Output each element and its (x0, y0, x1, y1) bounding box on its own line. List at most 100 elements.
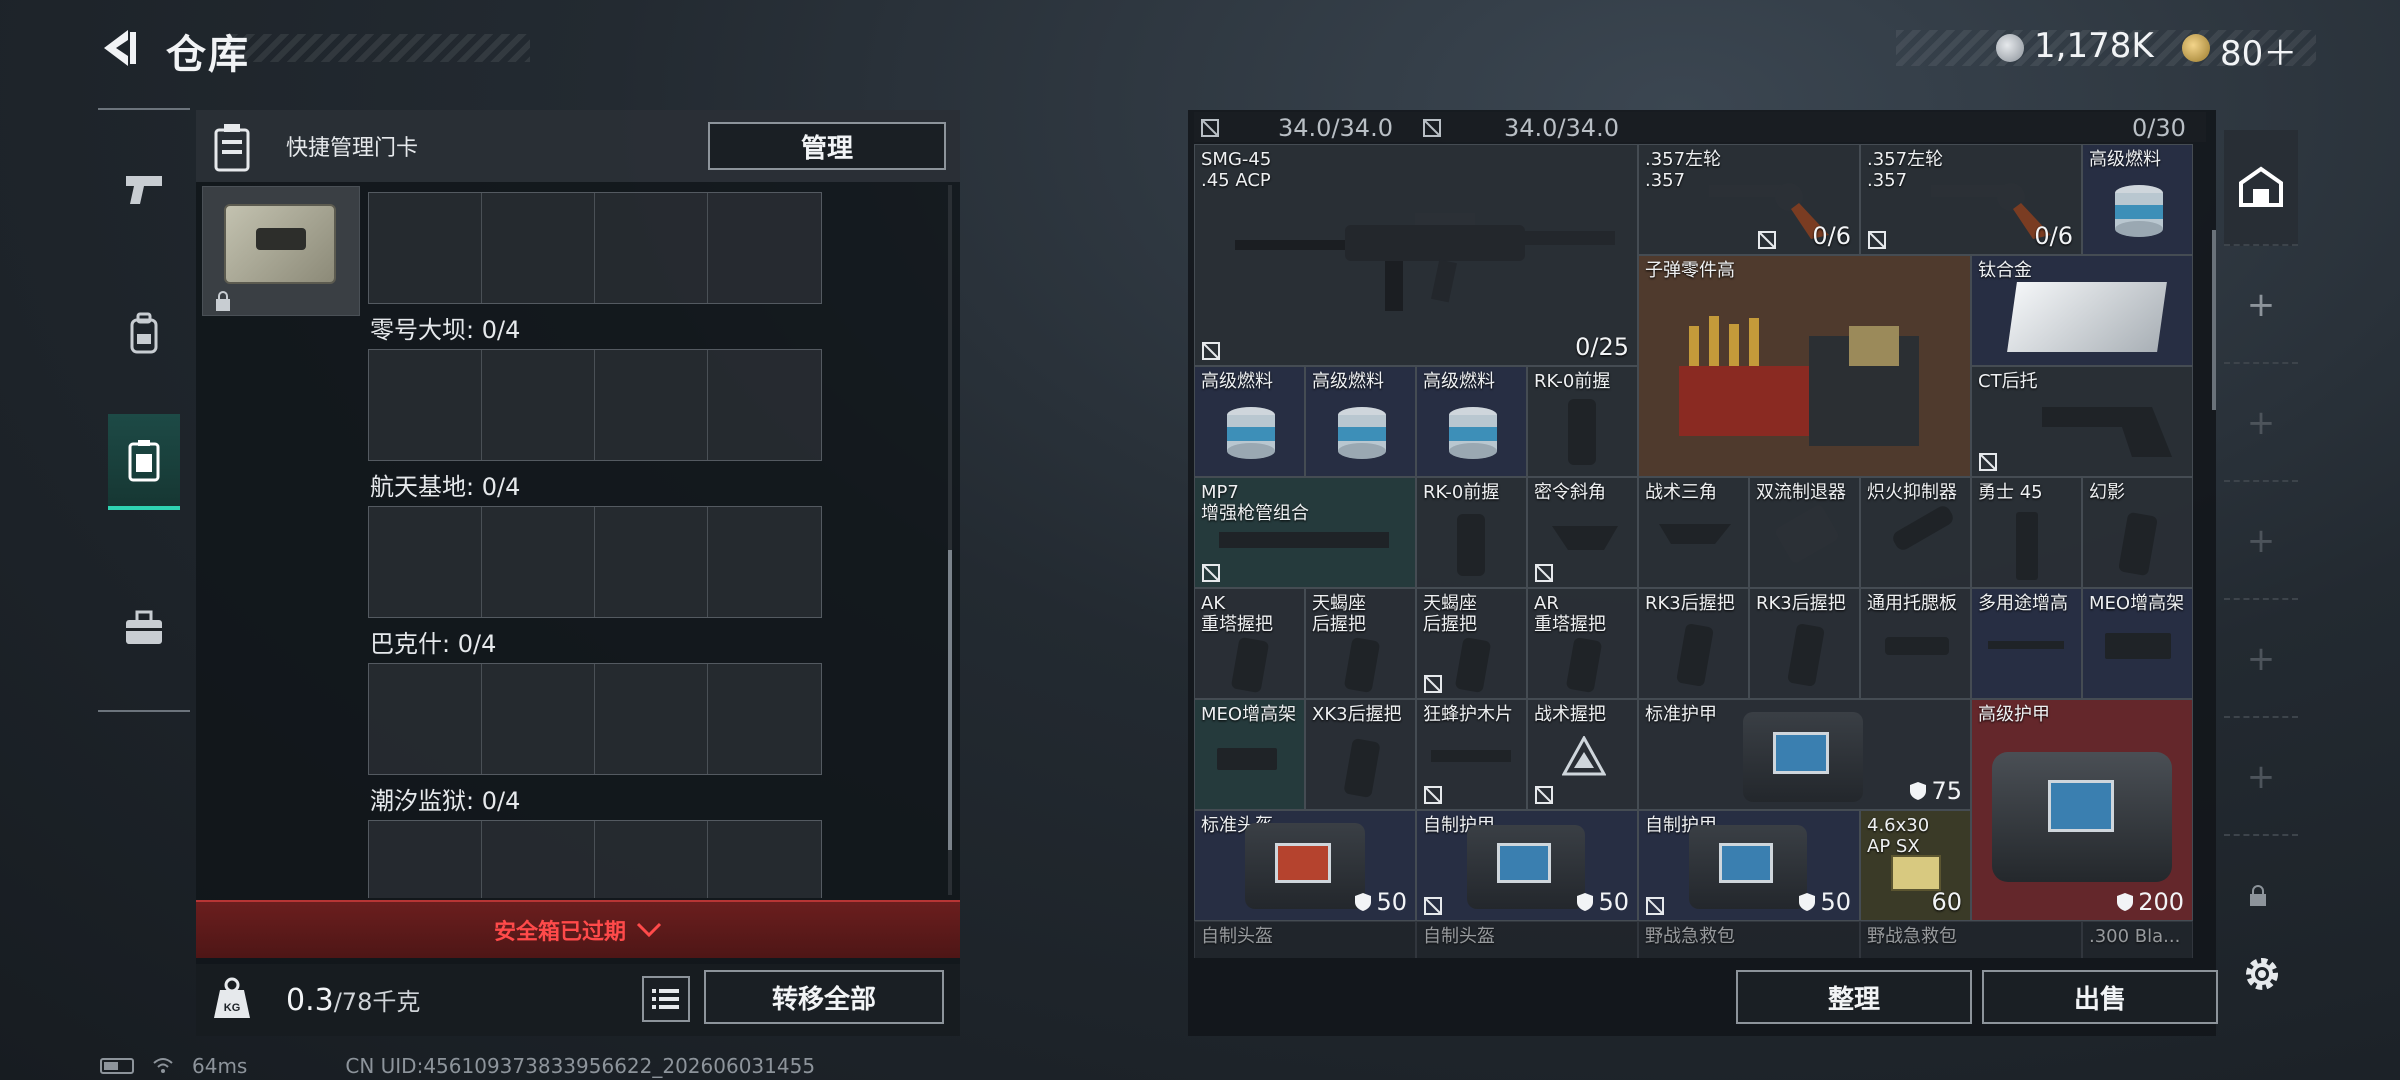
item-smg-45[interactable]: SMG-45 .45 ACP 0/25 (1194, 144, 1638, 366)
item-pistol-grip[interactable]: 天蝎座 后握把 (1416, 588, 1527, 699)
fuel-can-icon (1227, 407, 1275, 459)
weight-icon: KG (210, 976, 254, 1022)
riser-icon (1988, 641, 2064, 649)
item-pistol-grip[interactable]: RK3后握把 (1749, 588, 1860, 699)
lock-icon (214, 290, 232, 316)
rail-toolbox-tab[interactable] (108, 580, 180, 676)
back-button[interactable] (98, 26, 142, 70)
grip-icon (1787, 623, 1825, 687)
chevron-down-icon (636, 922, 662, 938)
item-ammo-box[interactable]: 4.6x30 AP SX 60 (1860, 810, 1971, 921)
item-bullet-parts[interactable]: 子弹零件高 (1638, 255, 1971, 477)
rail-stash-tab[interactable] (2224, 130, 2298, 246)
durability-badge: 75 (1909, 777, 1962, 805)
not-tradable-icon (1423, 119, 1441, 137)
item-homemade-helmet[interactable]: 自制头盔 (1416, 921, 1638, 958)
item-riser[interactable]: MEO增高架 (1194, 699, 1305, 810)
item-pistol-grip[interactable]: 幻影 (2082, 477, 2193, 588)
premium-currency-balance[interactable]: 80＋ (2220, 26, 2297, 75)
item-standard-armor[interactable]: 标准护甲 75 (1638, 699, 1971, 810)
item-suppressor[interactable]: 炽火抑制器 (1860, 477, 1971, 588)
item-pistol-grip[interactable]: 天蝎座 后握把 (1305, 588, 1416, 699)
item-handguard-panel[interactable]: 狂蜂护木片 (1416, 699, 1527, 810)
item-foregrip[interactable]: RK-0前握 (1527, 366, 1638, 477)
item-advanced-fuel[interactable]: 高级燃料 (1305, 366, 1416, 477)
item-revolver[interactable]: .357左轮 .357 0/6 (1860, 144, 2082, 255)
add-container-button[interactable]: + (2224, 602, 2298, 718)
rail-backpack-tab[interactable] (108, 286, 180, 382)
triangle-logo-icon (1562, 736, 1606, 776)
sell-button[interactable]: 出售 (1982, 970, 2218, 1024)
item-tactical-grip[interactable]: 战术握把 (1527, 699, 1638, 810)
item-pistol-grip[interactable]: AK 重塔握把 (1194, 588, 1305, 699)
plus-icon: + (2246, 285, 2276, 325)
item-advanced-fuel[interactable]: 高级燃料 (1194, 366, 1305, 477)
scrollbar-thumb[interactable] (948, 550, 952, 850)
rail-weapons-tab[interactable] (108, 140, 180, 236)
item-homemade-armor[interactable]: 自制护甲 50 (1416, 810, 1638, 921)
item-advanced-fuel[interactable]: 高级燃料 (2082, 144, 2193, 255)
item-standard-helmet[interactable]: 标准头盔 50 (1194, 810, 1416, 921)
coin-balance: 1,178K (2034, 26, 2154, 66)
item-advanced-fuel[interactable]: 高级燃料 (1416, 366, 1527, 477)
item-homemade-armor[interactable]: 自制护甲 50 (1638, 810, 1860, 921)
transfer-all-button[interactable]: 转移全部 (704, 970, 944, 1024)
list-view-button[interactable] (642, 976, 690, 1022)
manage-button[interactable]: 管理 (708, 122, 946, 170)
item-magazine[interactable]: 勇士 45 (1971, 477, 2082, 588)
item-field-medkit[interactable]: 野战急救包 (1638, 921, 1860, 958)
grip-icon (1230, 636, 1270, 694)
suppressor-icon (1890, 503, 1956, 553)
settings-gear-icon[interactable] (2238, 950, 2286, 998)
grip-icon (1343, 636, 1381, 694)
rail-safebox-tab[interactable] (108, 414, 180, 510)
not-tradable-icon (1867, 230, 1887, 250)
item-advanced-armor[interactable]: 高级护甲 200 (1971, 699, 2193, 921)
item-riser[interactable]: 多用途增高 (1971, 588, 2082, 699)
item-field-medkit[interactable]: 野战急救包 (1860, 921, 2082, 958)
weight-max: /78千克 (333, 988, 421, 1016)
item-ammo[interactable]: .300 Bla... (2082, 921, 2193, 958)
item-tactical-triangle[interactable]: 战术三角 (1638, 477, 1749, 588)
battery-icon (100, 1058, 134, 1074)
organize-button[interactable]: 整理 (1736, 970, 1972, 1024)
item-barrel-kit[interactable]: MP7 增强枪管组合 (1194, 477, 1416, 588)
item-pistol-grip[interactable]: RK3后握把 (1638, 588, 1749, 699)
keycard-item[interactable] (224, 204, 336, 284)
item-titanium-alloy[interactable]: 钛合金 (1971, 255, 2193, 366)
map-label: 巴克什: 0/4 (370, 630, 497, 658)
item-pistol-grip[interactable]: AR 重塔握把 (1527, 588, 1638, 699)
keycard-slot-row[interactable] (368, 820, 822, 898)
item-muzzle-brake[interactable]: 双流制退器 (1749, 477, 1860, 588)
item-angled-grip[interactable]: 密令斜角 (1527, 477, 1638, 588)
not-tradable-icon (1534, 785, 1554, 805)
uid-text: CN UID:456109373833956622_202606031455 (345, 1054, 816, 1078)
stash-scrollbar[interactable] (2212, 230, 2216, 410)
add-container-button[interactable]: + (2224, 484, 2298, 600)
ammo-box-icon (1891, 855, 1941, 891)
item-riser[interactable]: MEO增高架 (2082, 588, 2193, 699)
expired-banner[interactable]: 安全箱已过期 (196, 900, 960, 958)
item-revolver[interactable]: .357左轮 .357 0/6 (1638, 144, 1860, 255)
shield-icon (2117, 893, 2134, 911)
keycard-slot-row[interactable] (368, 192, 822, 304)
keycard-slot-row[interactable] (368, 506, 822, 618)
item-foregrip[interactable]: RK-0前握 (1416, 477, 1527, 588)
not-tradable-icon (1423, 896, 1443, 916)
item-cheek-rest[interactable]: 通用托腮板 (1860, 588, 1971, 699)
item-stock[interactable]: CT后托 (1971, 366, 2193, 477)
warehouse-icon (2239, 166, 2283, 207)
keycard-slot-row[interactable] (368, 349, 822, 461)
durability-badge: 50 (1798, 888, 1851, 916)
keycard-slot-row[interactable] (368, 663, 822, 775)
add-container-button[interactable]: + (2224, 248, 2298, 364)
shield-icon (1910, 782, 1927, 800)
durability-badge: 50 (1576, 888, 1629, 916)
add-container-button[interactable]: + (2224, 366, 2298, 482)
item-homemade-helmet[interactable]: 自制头盔 (1194, 921, 1416, 958)
add-container-button[interactable]: + (2224, 720, 2298, 836)
safe-box-icon (128, 440, 160, 482)
not-tradable-icon (1978, 452, 1998, 472)
item-pistol-grip[interactable]: XK3后握把 (1305, 699, 1416, 810)
fuel-can-icon (1338, 407, 1386, 459)
